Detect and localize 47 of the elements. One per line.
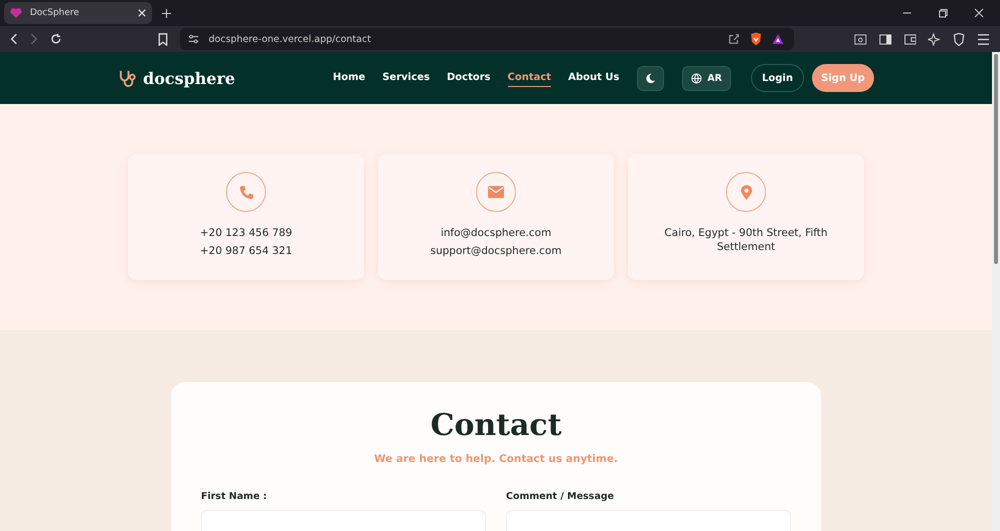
- screenshot-icon[interactable]: [854, 34, 867, 44]
- nav-link[interactable]: Services: [382, 69, 430, 87]
- back-icon[interactable]: [10, 33, 18, 45]
- forward-icon[interactable]: [30, 33, 38, 45]
- close-window-icon[interactable]: [974, 8, 984, 18]
- logo-text[interactable]: docsphere: [143, 68, 236, 88]
- stethoscope-icon: [118, 68, 137, 88]
- close-icon[interactable]: [138, 9, 146, 17]
- moon-icon: [645, 72, 656, 84]
- restore-icon[interactable]: [938, 8, 948, 18]
- wallet-icon[interactable]: [904, 34, 916, 44]
- address-bar[interactable]: docsphere-one.vercel.app/contact: [180, 28, 794, 50]
- login-button[interactable]: Login: [751, 64, 804, 92]
- nav-link[interactable]: Doctors: [446, 69, 491, 87]
- globe-icon: [691, 72, 702, 84]
- field-label: Comment / Message: [506, 491, 615, 502]
- triangle-icon[interactable]: [772, 33, 784, 45]
- sliders-icon[interactable]: [188, 34, 199, 44]
- page-title: Contact: [430, 408, 562, 443]
- contact-detail: support@docsphere.com: [430, 244, 562, 258]
- new-tab-icon[interactable]: [162, 8, 171, 18]
- heart-icon: [10, 7, 22, 19]
- share-icon[interactable]: [728, 33, 740, 45]
- nav-link[interactable]: Contact: [508, 69, 552, 87]
- menu-icon[interactable]: [977, 34, 990, 44]
- bookmark-icon[interactable]: [158, 32, 168, 46]
- subtitle: We are here to help. Contact us anytime.: [374, 453, 618, 465]
- scrollbar[interactable]: [992, 52, 1000, 531]
- contact-detail: +20 123 456 789: [200, 226, 292, 240]
- url-text: docsphere-one.vercel.app/contact: [208, 34, 371, 44]
- browser-tab[interactable]: DocSphere: [4, 2, 152, 24]
- location-pin-icon: [740, 184, 752, 200]
- shield-icon[interactable]: [953, 32, 966, 46]
- field-label: First Name :: [201, 491, 268, 502]
- envelope-icon: [488, 186, 504, 198]
- sparkle-icon[interactable]: [928, 32, 942, 46]
- phone-icon: [238, 184, 254, 200]
- contact-detail: +20 987 654 321: [200, 244, 292, 258]
- contact-detail: Cairo, Egypt - 90th Street, Fifth Settlement: [663, 226, 829, 254]
- nav-link[interactable]: Home: [332, 69, 366, 87]
- contact-detail: info@docsphere.com: [440, 226, 552, 240]
- nav-link[interactable]: About Us: [568, 69, 620, 87]
- reload-icon[interactable]: [50, 33, 62, 45]
- tab-title: DocSphere: [30, 8, 80, 18]
- language-button[interactable]: AR: [682, 66, 731, 90]
- theme-toggle-button[interactable]: [637, 66, 664, 90]
- sidebar-icon[interactable]: [878, 34, 892, 44]
